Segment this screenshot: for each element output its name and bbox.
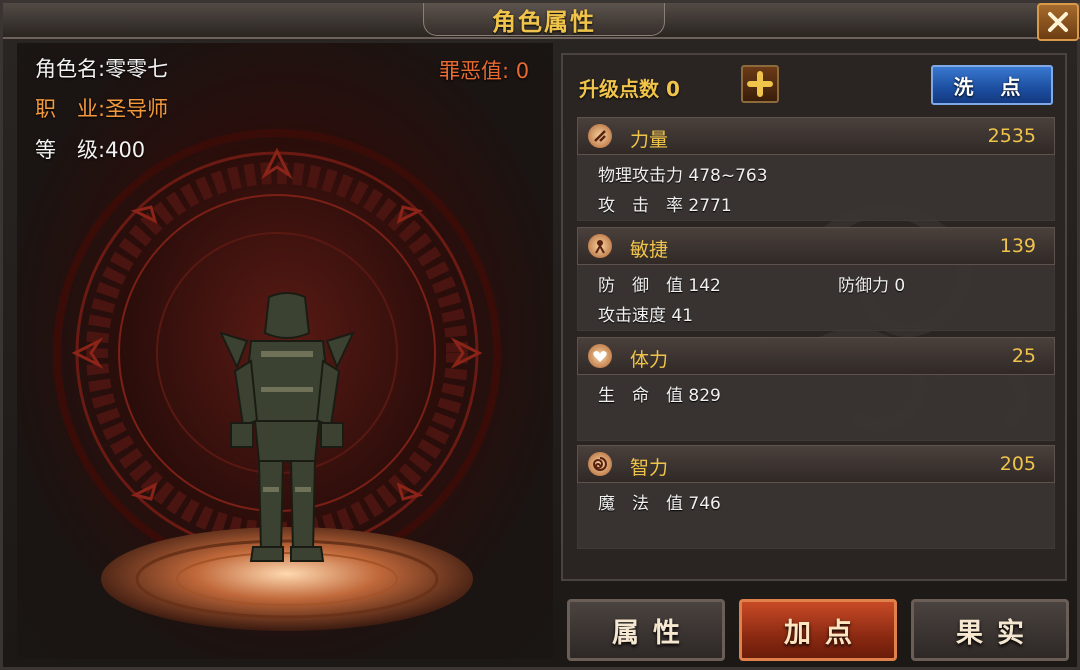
stat-name: 敏捷 (630, 239, 669, 261)
upgrade-points-label: 升级点数 (579, 77, 659, 101)
tab-fruit[interactable]: 果实 (911, 599, 1069, 661)
character-name: 零零七 (105, 57, 169, 81)
stat-line: 魔 法 值 746 (598, 489, 721, 514)
upgrade-points-row: 升级点数 0 (579, 73, 680, 102)
stat-line: 防御力 0 (838, 271, 905, 296)
character-window: 角色属性 角色名:零零七 职 业:圣导师 等 级:400 罪恶值: 0 升级点数… (0, 0, 1080, 670)
stat-line-value: 0 (894, 276, 906, 296)
evil-value-row: 罪恶值: 0 (439, 55, 529, 85)
character-level-row: 等 级:400 (35, 134, 145, 164)
stat-strength: 力量 2535 物理攻击力 478~763 攻 击 率 2771 (577, 117, 1055, 221)
stat-line-value: 41 (671, 306, 694, 326)
plus-icon (747, 71, 773, 97)
character-class-row: 职 业:圣导师 (35, 93, 168, 123)
heart-icon (588, 344, 612, 368)
window-title: 角色属性 (492, 7, 596, 36)
stat-name: 智力 (630, 457, 669, 479)
stat-line-value: 746 (688, 494, 721, 514)
stat-line: 攻 击 率 2771 (598, 191, 732, 216)
stat-header: 智力 205 (577, 445, 1055, 483)
stat-line-label: 攻 击 率 (598, 196, 683, 216)
close-icon (1048, 12, 1068, 32)
evil-value: 0 (515, 59, 530, 83)
character-class-label: 职 业: (35, 97, 106, 121)
stat-header: 力量 2535 (577, 117, 1055, 155)
character-preview-panel: 角色名:零零七 职 业:圣导师 等 级:400 罪恶值: 0 (17, 43, 553, 659)
stat-details: 生 命 值 829 (577, 375, 1055, 441)
stat-line: 生 命 值 829 (598, 381, 721, 406)
character-level-label: 等 级: (35, 138, 106, 162)
stat-line-label: 生 命 值 (598, 386, 683, 406)
stat-line-label: 防御力 (838, 276, 889, 296)
attributes-panel: 升级点数 0 洗 点 力量 2535 物理攻击力 478~763 攻 击 率 2… (561, 53, 1067, 581)
stat-details: 防 御 值 142 防御力 0 攻击速度 41 (577, 265, 1055, 331)
stat-header: 敏捷 139 (577, 227, 1055, 265)
strength-icon (588, 124, 612, 148)
stat-line-value: 142 (688, 276, 721, 296)
stat-line: 物理攻击力 478~763 (598, 161, 768, 186)
stat-line-label: 攻击速度 (598, 306, 666, 326)
evil-label: 罪恶值: (439, 59, 510, 83)
title-bar: 角色属性 (3, 3, 1080, 41)
stat-name: 力量 (630, 129, 669, 151)
tab-attributes[interactable]: 属性 (567, 599, 725, 661)
stat-line-label: 物理攻击力 (598, 166, 683, 186)
stat-value: 2535 (987, 125, 1036, 147)
character-class: 圣导师 (105, 97, 169, 121)
upgrade-points-value: 0 (665, 77, 680, 101)
stat-value: 205 (999, 453, 1036, 475)
stat-details: 魔 法 值 746 (577, 483, 1055, 549)
add-point-button[interactable] (741, 65, 779, 103)
character-model (219, 292, 355, 562)
stat-line-value: 2771 (688, 196, 732, 216)
agility-icon (588, 234, 612, 258)
character-level: 400 (105, 138, 146, 162)
stat-line: 攻击速度 41 (598, 301, 693, 326)
stat-agility: 敏捷 139 防 御 值 142 防御力 0 攻击速度 41 (577, 227, 1055, 331)
character-name-row: 角色名:零零七 (35, 53, 168, 83)
spiral-icon (588, 452, 612, 476)
stat-intelligence: 智力 205 魔 法 值 746 (577, 445, 1055, 549)
stat-value: 25 (1011, 345, 1036, 367)
title-plate: 角色属性 (423, 3, 665, 36)
stat-header: 体力 25 (577, 337, 1055, 375)
stat-value: 139 (999, 235, 1036, 257)
stat-line-value: 829 (688, 386, 721, 406)
character-name-label: 角色名: (35, 57, 106, 81)
stat-details: 物理攻击力 478~763 攻 击 率 2771 (577, 155, 1055, 221)
stat-line-label: 防 御 值 (598, 276, 683, 296)
reset-points-button[interactable]: 洗 点 (931, 65, 1053, 105)
close-button[interactable] (1037, 3, 1079, 41)
stat-line: 防 御 值 142 (598, 271, 721, 296)
stat-line-label: 魔 法 值 (598, 494, 683, 514)
stat-vitality: 体力 25 生 命 值 829 (577, 337, 1055, 441)
tab-add-points[interactable]: 加点 (739, 599, 897, 661)
stat-line-value: 478~763 (688, 166, 768, 186)
stat-name: 体力 (630, 349, 669, 371)
